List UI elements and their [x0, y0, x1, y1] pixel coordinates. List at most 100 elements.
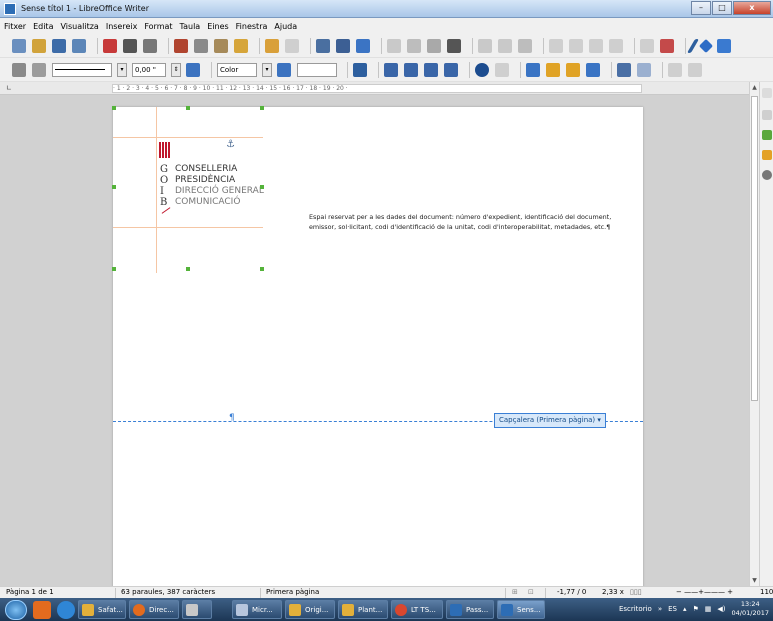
hyperlink-icon[interactable] — [549, 38, 563, 53]
scroll-down-icon[interactable]: ▼ — [751, 577, 758, 584]
print-preview-icon[interactable] — [143, 38, 157, 53]
clock[interactable]: 13:24 04/01/2017 — [732, 600, 769, 618]
styles-icon[interactable] — [762, 130, 772, 140]
selection-handle[interactable] — [260, 267, 264, 271]
basic-shapes-icon[interactable] — [660, 38, 674, 53]
minimize-button[interactable]: – — [691, 1, 711, 15]
selection-mode-icon[interactable]: ⊞ — [512, 587, 518, 598]
media-player-icon[interactable] — [33, 600, 51, 619]
network-icon[interactable]: ▦ — [705, 605, 712, 613]
copy-icon[interactable] — [194, 38, 208, 53]
print-icon[interactable] — [123, 38, 137, 53]
document-body-text[interactable]: Espai reservat per a les dades del docum… — [309, 212, 617, 232]
export-pdf-icon[interactable] — [103, 38, 117, 53]
menu-taula[interactable]: Taula — [180, 22, 201, 31]
insert-image-icon[interactable] — [407, 38, 421, 53]
page-style[interactable]: Primera pàgina — [266, 587, 319, 598]
taskbar-origi[interactable]: Origi... — [285, 600, 335, 619]
line-style-dropdown[interactable]: ▾ — [117, 62, 127, 77]
insert-field-icon[interactable] — [498, 38, 512, 53]
forward-one-icon[interactable] — [546, 62, 560, 77]
start-button[interactable] — [5, 599, 27, 620]
zoom-level[interactable]: 110 — [760, 587, 773, 598]
cut-icon[interactable] — [174, 38, 188, 53]
taskbar-window[interactable] — [182, 600, 212, 619]
taskbar-plant[interactable]: Plant... — [338, 600, 388, 619]
bring-front-icon[interactable] — [526, 62, 540, 77]
navigator-icon[interactable] — [762, 170, 772, 180]
close-button[interactable]: x — [733, 1, 771, 15]
track-changes-icon[interactable] — [609, 38, 623, 53]
vertical-scrollbar[interactable]: ▲ ▼ — [749, 82, 759, 586]
page-break-icon[interactable] — [478, 38, 492, 53]
language-indicator[interactable]: ES — [668, 605, 677, 613]
insert-chart-icon[interactable] — [427, 38, 441, 53]
wrap-page-icon[interactable] — [404, 62, 418, 77]
ungroup-icon[interactable] — [688, 62, 702, 77]
selection-handle[interactable] — [186, 106, 190, 110]
scrollbar-thumb[interactable] — [751, 96, 758, 401]
taskbar-safat[interactable]: Safat... — [78, 600, 126, 619]
backward-one-icon[interactable] — [566, 62, 580, 77]
taskbar-pass[interactable]: Pass... — [446, 600, 494, 619]
comment-icon[interactable] — [589, 38, 603, 53]
new-document-icon[interactable] — [12, 38, 26, 53]
chevron-right-icon[interactable]: » — [658, 605, 662, 613]
properties-icon[interactable] — [762, 110, 772, 120]
fill-color-icon[interactable] — [277, 62, 291, 77]
show-hidden-icons[interactable]: ▴ — [683, 605, 687, 613]
document-area[interactable]: ⚓ G O I B CONSELLERIA PRESIDÈNCIA DIRECC… — [0, 95, 749, 586]
volume-icon[interactable]: ◀) — [717, 605, 725, 613]
zoom-slider[interactable]: − ——+——— + — [676, 587, 733, 598]
flag-icon[interactable]: ⚑ — [693, 605, 699, 613]
footnote-icon[interactable] — [569, 38, 583, 53]
arrow-style-icon[interactable] — [32, 62, 46, 77]
selection-handle[interactable] — [112, 106, 116, 110]
insert-textbox-icon[interactable] — [447, 38, 461, 53]
group-icon[interactable] — [668, 62, 682, 77]
desktop-toolbar[interactable]: Escritorio — [619, 605, 652, 613]
taskbar-lt-ts[interactable]: LT TS... — [391, 600, 443, 619]
draw-functions-icon[interactable] — [717, 38, 731, 53]
header-footer-icon[interactable] — [640, 38, 654, 53]
view-layout-icon[interactable]: ▯▯▯ — [630, 587, 642, 598]
header-first-page-button[interactable]: Capçalera (Primera pàgina) ▾ — [494, 413, 606, 428]
wrap-optimal-icon[interactable] — [424, 62, 438, 77]
maximize-button[interactable]: □ — [712, 1, 732, 15]
wrap-off-icon[interactable] — [384, 62, 398, 77]
taskbar-micr[interactable]: Micr... — [232, 600, 282, 619]
anchor-icon[interactable]: ⚓ — [226, 139, 235, 150]
menu-finestra[interactable]: Finestra — [236, 22, 268, 31]
menu-edita[interactable]: Edita — [33, 22, 53, 31]
insert-table-icon[interactable] — [387, 38, 401, 53]
align-icon[interactable] — [495, 62, 509, 77]
find-replace-icon[interactable] — [316, 38, 330, 53]
menu-insereix[interactable]: Insereix — [106, 22, 138, 31]
fill-color-select[interactable] — [297, 62, 337, 77]
menu-eines[interactable]: Eines — [207, 22, 228, 31]
wrap-through-icon[interactable] — [444, 62, 458, 77]
to-background-icon[interactable] — [637, 62, 651, 77]
area-style-select[interactable]: Color — [217, 62, 257, 77]
selection-handle[interactable] — [260, 185, 264, 189]
selection-handle[interactable] — [186, 267, 190, 271]
save-as-icon[interactable] — [72, 38, 86, 53]
line-width-input[interactable]: 0,00 " — [132, 62, 166, 77]
tab-stop-selector[interactable]: ∟ — [6, 84, 12, 92]
taskbar-direc[interactable]: Direc... — [129, 600, 179, 619]
line-style-icon[interactable] — [12, 62, 26, 77]
redo-icon[interactable] — [285, 38, 299, 53]
line-icon[interactable] — [686, 38, 700, 53]
rotate-icon[interactable] — [475, 62, 489, 77]
clone-formatting-icon[interactable] — [234, 38, 248, 53]
line-width-spinner[interactable]: ⇕ — [171, 62, 181, 77]
shape-diamond-icon[interactable] — [698, 38, 714, 53]
sidebar-menu-icon[interactable] — [762, 88, 772, 98]
document-page[interactable]: ⚓ G O I B CONSELLERIA PRESIDÈNCIA DIRECC… — [112, 106, 643, 586]
scroll-up-icon[interactable]: ▲ — [751, 84, 758, 91]
gallery-icon[interactable] — [762, 150, 772, 160]
area-style-dropdown[interactable]: ▾ — [262, 62, 272, 77]
send-back-icon[interactable] — [586, 62, 600, 77]
paste-icon[interactable] — [214, 38, 228, 53]
spellcheck-icon[interactable] — [336, 38, 350, 53]
